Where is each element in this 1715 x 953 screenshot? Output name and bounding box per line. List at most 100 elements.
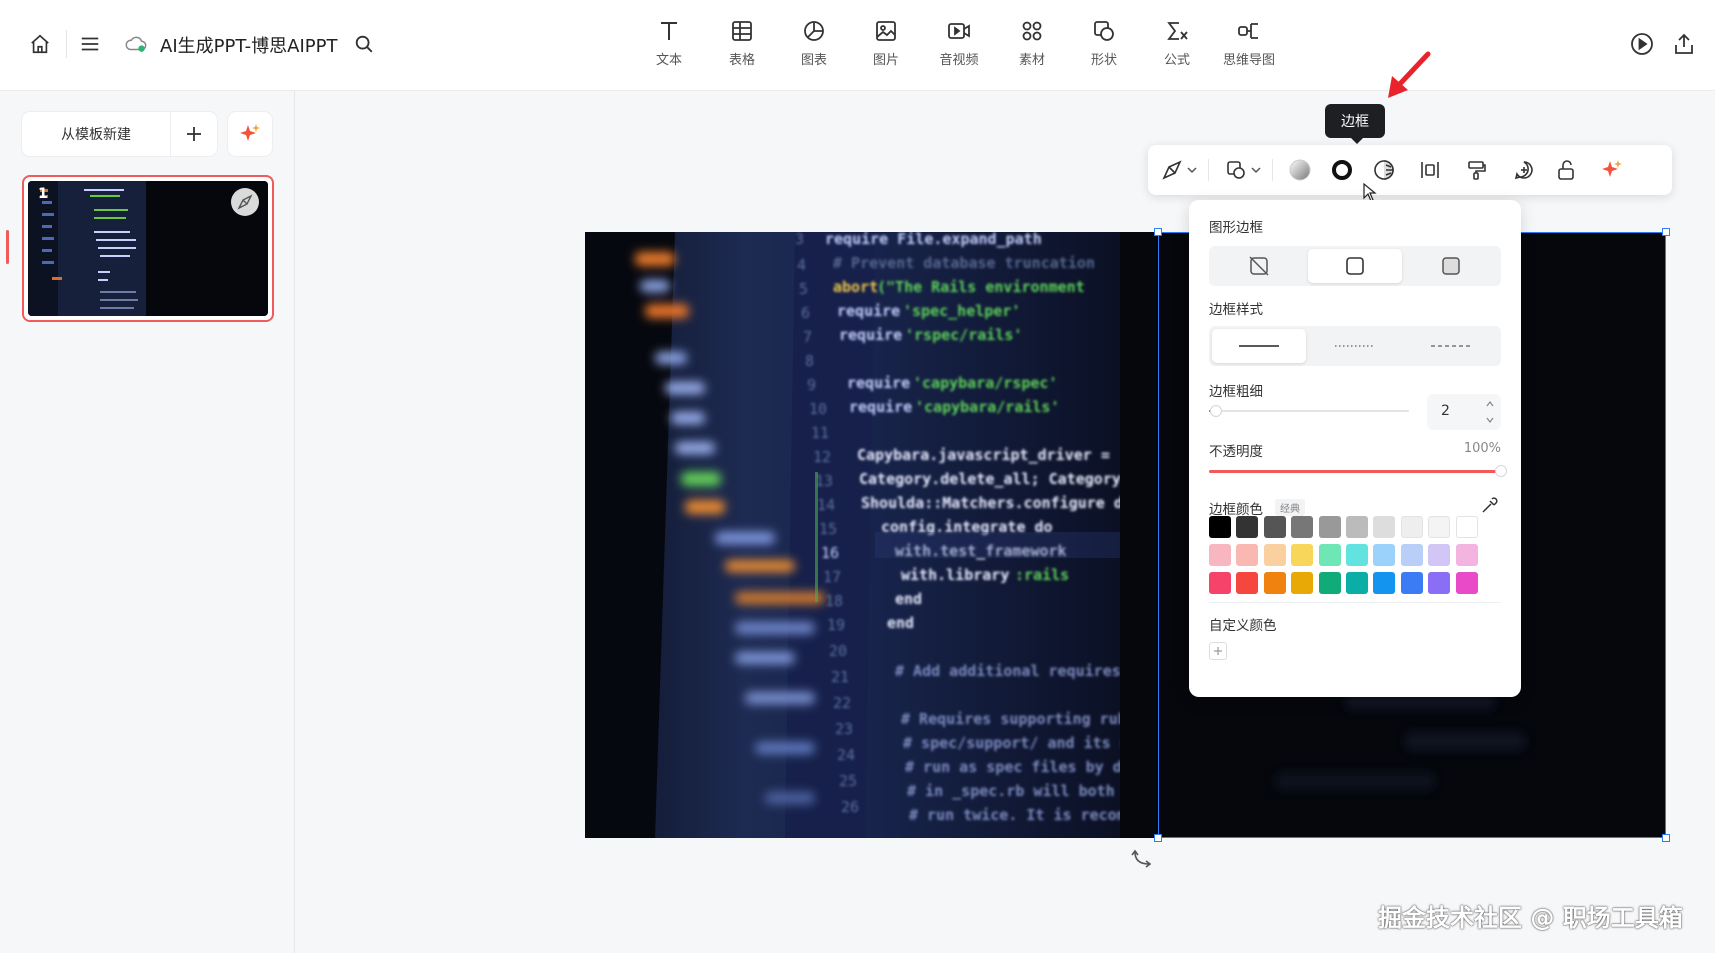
add-custom-color-button[interactable] bbox=[1209, 642, 1227, 660]
insert-table-button[interactable]: 表格 bbox=[709, 18, 775, 72]
search-icon[interactable] bbox=[350, 30, 378, 58]
color-swatch[interactable] bbox=[1209, 516, 1231, 538]
svg-text:22: 22 bbox=[833, 694, 851, 712]
ai-generate-button[interactable] bbox=[228, 112, 272, 156]
color-swatch[interactable] bbox=[1346, 544, 1368, 566]
fill-button[interactable] bbox=[1286, 156, 1314, 184]
insert-assets-button[interactable]: 素材 bbox=[999, 18, 1065, 72]
color-swatch[interactable] bbox=[1455, 544, 1478, 566]
svg-text:17: 17 bbox=[823, 568, 841, 586]
svg-text:3: 3 bbox=[795, 232, 804, 248]
border-width-stepper[interactable]: 2 bbox=[1427, 394, 1501, 430]
border-tooltip: 边框 bbox=[1325, 104, 1385, 144]
resize-handle[interactable] bbox=[1662, 834, 1670, 842]
color-swatch[interactable] bbox=[1263, 572, 1286, 594]
play-icon[interactable] bbox=[1628, 30, 1656, 58]
color-swatch[interactable] bbox=[1428, 516, 1451, 538]
insert-video-button[interactable]: 音视频 bbox=[926, 18, 992, 72]
opacity-label: 不透明度 bbox=[1209, 444, 1263, 460]
color-swatch[interactable] bbox=[1318, 544, 1341, 566]
svg-text:6: 6 bbox=[801, 304, 810, 322]
outline-border-option[interactable] bbox=[1308, 249, 1402, 283]
insert-formula-button[interactable]: 公式 bbox=[1144, 18, 1210, 72]
color-swatch[interactable] bbox=[1263, 544, 1286, 566]
add-slide-button[interactable] bbox=[171, 112, 217, 156]
color-swatch[interactable] bbox=[1236, 572, 1259, 594]
resize-handle[interactable] bbox=[1154, 228, 1162, 236]
color-swatch[interactable] bbox=[1373, 516, 1396, 538]
border-width-value[interactable]: 2 bbox=[1441, 403, 1450, 419]
border-style-selector bbox=[1209, 326, 1501, 366]
svg-text:8: 8 bbox=[805, 352, 814, 370]
home-icon[interactable] bbox=[26, 30, 54, 58]
color-swatch[interactable] bbox=[1318, 516, 1341, 538]
insert-image-button[interactable]: 图片 bbox=[853, 18, 919, 72]
table-icon bbox=[729, 18, 755, 44]
crop-shape-button[interactable] bbox=[1222, 156, 1250, 184]
resize-handle[interactable] bbox=[1662, 228, 1670, 236]
new-from-template-button[interactable]: 从模板新建 bbox=[22, 112, 170, 156]
fill-icon bbox=[1289, 159, 1311, 181]
color-swatch[interactable] bbox=[1400, 516, 1423, 538]
dotted-line-option[interactable] bbox=[1308, 329, 1402, 363]
format-painter-button[interactable] bbox=[1462, 156, 1490, 184]
color-swatch[interactable] bbox=[1291, 516, 1314, 538]
color-swatch[interactable] bbox=[1373, 544, 1396, 566]
border-width-slider-track[interactable] bbox=[1209, 410, 1409, 412]
opacity-slider-track[interactable] bbox=[1209, 470, 1501, 473]
dashed-line-option[interactable] bbox=[1404, 329, 1498, 363]
border-width-slider-thumb[interactable] bbox=[1210, 405, 1222, 417]
color-swatch[interactable] bbox=[1318, 572, 1341, 594]
comment-button[interactable] bbox=[1510, 156, 1538, 184]
menu-icon[interactable] bbox=[76, 30, 104, 58]
insert-shape-button[interactable]: 形状 bbox=[1071, 18, 1137, 72]
svg-text:24: 24 bbox=[837, 746, 855, 764]
unlock-icon bbox=[1558, 160, 1574, 180]
align-button[interactable] bbox=[1416, 156, 1444, 184]
color-swatch[interactable] bbox=[1455, 572, 1478, 594]
opacity-slider-thumb[interactable] bbox=[1495, 465, 1507, 477]
rotate-handle-icon[interactable] bbox=[1131, 846, 1155, 870]
svg-text:23: 23 bbox=[835, 720, 853, 738]
effects-button[interactable] bbox=[1370, 156, 1398, 184]
color-swatch[interactable] bbox=[1236, 544, 1259, 566]
color-swatch[interactable] bbox=[1209, 572, 1231, 594]
insert-text-button[interactable]: 文本 bbox=[636, 18, 702, 72]
color-swatch[interactable] bbox=[1373, 572, 1396, 594]
border-icon bbox=[1332, 160, 1352, 180]
lock-button[interactable] bbox=[1552, 156, 1580, 184]
color-swatch[interactable] bbox=[1455, 516, 1478, 538]
color-swatch[interactable] bbox=[1291, 544, 1314, 566]
insert-mindmap-button[interactable]: 思维导图 bbox=[1216, 18, 1282, 72]
color-swatch[interactable] bbox=[1400, 544, 1423, 566]
svg-text:require: require bbox=[849, 398, 912, 416]
color-swatch[interactable] bbox=[1428, 544, 1451, 566]
filled-border-option[interactable] bbox=[1404, 249, 1498, 283]
insert-chart-button[interactable]: 图表 bbox=[781, 18, 847, 72]
stepper-up-icon[interactable] bbox=[1485, 400, 1495, 408]
color-swatch[interactable] bbox=[1291, 572, 1314, 594]
animation-badge-icon bbox=[231, 188, 259, 216]
border-button[interactable] bbox=[1328, 156, 1356, 184]
palette-tag[interactable]: 经典 bbox=[1275, 499, 1305, 516]
divider bbox=[1209, 602, 1501, 603]
resize-handle[interactable] bbox=[1154, 834, 1162, 842]
color-swatch[interactable] bbox=[1428, 572, 1451, 594]
ai-assist-button[interactable] bbox=[1598, 156, 1626, 184]
color-swatch[interactable] bbox=[1263, 516, 1286, 538]
color-swatch[interactable] bbox=[1209, 544, 1231, 566]
color-swatch[interactable] bbox=[1236, 516, 1259, 538]
stepper-down-icon[interactable] bbox=[1485, 416, 1495, 424]
solid-line-option[interactable] bbox=[1212, 329, 1306, 363]
color-swatch[interactable] bbox=[1346, 516, 1368, 538]
animation-button[interactable] bbox=[1158, 156, 1186, 184]
svg-text:20: 20 bbox=[829, 642, 847, 660]
color-swatch[interactable] bbox=[1400, 572, 1423, 594]
no-border-option[interactable] bbox=[1212, 249, 1306, 283]
color-swatch[interactable] bbox=[1346, 572, 1368, 594]
eyedropper-icon[interactable] bbox=[1481, 496, 1499, 514]
document-title[interactable]: AI生成PPT-博思AIPPT bbox=[160, 32, 338, 58]
chevron-down-icon[interactable] bbox=[1184, 156, 1200, 184]
chevron-down-icon[interactable] bbox=[1248, 156, 1264, 184]
share-icon[interactable] bbox=[1670, 30, 1698, 58]
